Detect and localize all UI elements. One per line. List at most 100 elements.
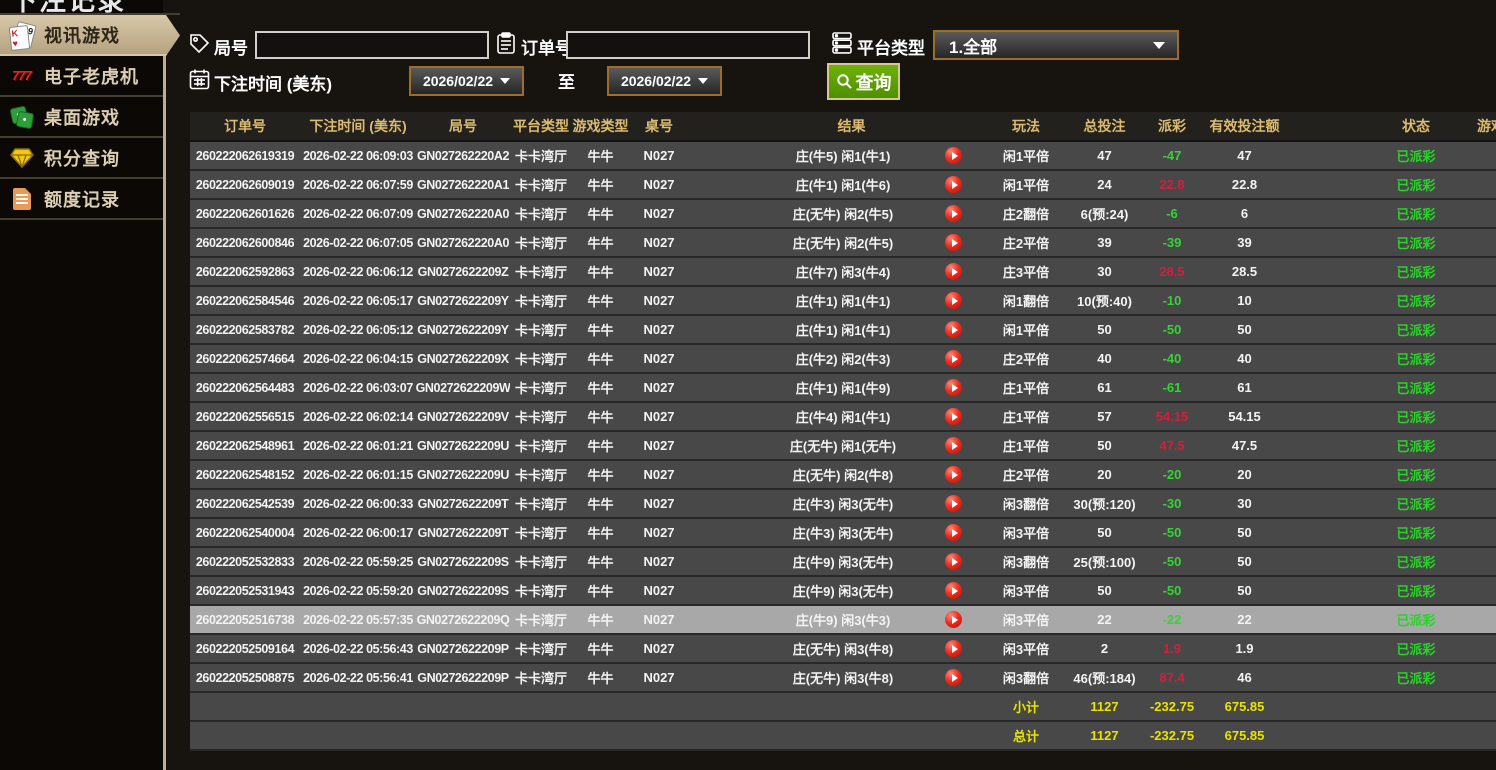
play-video-button[interactable] (945, 205, 962, 222)
table-row[interactable]: 2602220625644832026-02-22 06:03:07GN0272… (190, 374, 1496, 403)
table-row[interactable]: 2602220525088752026-02-22 05:56:41GN0272… (190, 664, 1496, 693)
play-video-button[interactable] (945, 292, 962, 309)
cell-result: 庄(牛9) 闲3(无牛) (689, 577, 990, 604)
sidebar-item-label: 桌面游戏 (44, 104, 120, 130)
cell-extra (1475, 519, 1496, 546)
play-video-button[interactable] (945, 350, 962, 367)
cell-result: 庄(牛1) 闲1(牛1) (689, 287, 990, 314)
cell-bet: 47 (1062, 142, 1147, 169)
cell-status (1292, 693, 1475, 720)
platform-type-select[interactable]: 1.全部 (933, 30, 1179, 60)
play-video-button[interactable] (945, 640, 962, 657)
cell-order: 260222052516738 (190, 606, 300, 633)
table-row[interactable]: 2602220625928632026-02-22 06:06:12GN0272… (190, 258, 1496, 287)
cell-extra (1475, 142, 1496, 169)
table-row[interactable]: 2602220625400042026-02-22 06:00:17GN0272… (190, 519, 1496, 548)
sidebar-item-slot-machines[interactable]: 777 电子老虎机 (0, 56, 163, 97)
play-video-button[interactable] (945, 495, 962, 512)
result-text: 庄(牛7) 闲3(牛4) (741, 262, 945, 281)
result-text: 庄(无牛) 闲3(牛8) (741, 639, 945, 658)
table-row[interactable]: 2602220525167382026-02-22 05:57:35GN0272… (190, 606, 1496, 635)
table-row[interactable]: 2602220625489612026-02-22 06:01:21GN0272… (190, 432, 1496, 461)
table-row[interactable]: 2602220625565152026-02-22 06:02:14GN0272… (190, 403, 1496, 432)
play-video-button[interactable] (945, 176, 962, 193)
play-video-button[interactable] (945, 263, 962, 280)
play-video-button[interactable] (945, 321, 962, 338)
cell-round: GN0272622209T (416, 490, 510, 517)
cell-table (629, 722, 689, 749)
column-header-time: 下注时间 (美东) (300, 112, 416, 140)
cell-order (190, 693, 300, 720)
table-row[interactable]: 2602220525319432026-02-22 05:59:20GN0272… (190, 577, 1496, 606)
sidebar-item-quota-records[interactable]: 额度记录 (0, 179, 163, 220)
column-header-status: 状态 (1292, 112, 1475, 140)
cell-game: 牛牛 (572, 374, 629, 401)
cell-result: 庄(无牛) 闲2(牛5) (689, 200, 990, 227)
query-button[interactable]: 查询 (827, 63, 900, 100)
cell-bet: 61 (1062, 374, 1147, 401)
cell-result: 庄(牛3) 闲3(无牛) (689, 490, 990, 517)
play-video-button[interactable] (945, 582, 962, 599)
cell-bet: 1127 (1062, 722, 1147, 749)
table-row[interactable]: 2602220625746642026-02-22 06:04:15GN0272… (190, 345, 1496, 374)
sidebar-item-video-games[interactable]: 9K♥ 视讯游戏 (0, 15, 180, 56)
play-video-button[interactable] (945, 553, 962, 570)
table-row[interactable]: 2602220625481522026-02-22 06:01:15GN0272… (190, 461, 1496, 490)
table-row[interactable]: 2602220626008462026-02-22 06:07:05GN0272… (190, 229, 1496, 258)
cell-extra (1475, 374, 1496, 401)
cell-method: 闲1平倍 (990, 316, 1062, 343)
cell-order: 260222062584546 (190, 287, 300, 314)
column-header-game: 游戏类型 (572, 112, 629, 140)
date-from-select[interactable]: 2026/02/22 (409, 66, 524, 96)
cell-status: 已派彩 (1292, 664, 1475, 691)
table-row[interactable]: 2602220525328332026-02-22 05:59:25GN0272… (190, 548, 1496, 577)
cell-round (416, 693, 510, 720)
cell-table: N027 (629, 258, 689, 285)
result-text: 庄(牛1) 闲1(牛9) (741, 378, 945, 397)
cell-bet: 1127 (1062, 693, 1147, 720)
sidebar-item-table-games[interactable]: 桌面游戏 (0, 97, 163, 138)
play-video-button[interactable] (945, 379, 962, 396)
bet-time-label: 下注时间 (美东) (214, 70, 332, 95)
cell-valid: 22 (1197, 606, 1292, 633)
play-video-button[interactable] (945, 234, 962, 251)
cell-time: 2026-02-22 06:07:05 (300, 229, 416, 256)
table-row[interactable]: 2602220625425392026-02-22 06:00:33GN0272… (190, 490, 1496, 519)
cell-round: GN027262220A0 (416, 200, 510, 227)
table-row[interactable]: 2602220625845462026-02-22 06:05:17GN0272… (190, 287, 1496, 316)
play-video-button[interactable] (945, 524, 962, 541)
cell-bet: 40 (1062, 345, 1147, 372)
play-video-button[interactable] (945, 147, 962, 164)
cell-status: 已派彩 (1292, 258, 1475, 285)
table-row[interactable]: 2602220625837822026-02-22 06:05:12GN0272… (190, 316, 1496, 345)
sidebar-item-label: 积分查询 (44, 145, 120, 171)
cell-round: GN0272622209P (416, 664, 510, 691)
cell-round: GN0272622209Q (416, 606, 510, 633)
cell-extra (1475, 345, 1496, 372)
table-row[interactable]: 2602220626090192026-02-22 06:07:59GN0272… (190, 171, 1496, 200)
cell-time: 2026-02-22 05:56:41 (300, 664, 416, 691)
cell-status: 已派彩 (1292, 316, 1475, 343)
cell-time: 2026-02-22 05:59:25 (300, 548, 416, 575)
cell-platform: 卡卡湾厅 (510, 432, 572, 459)
cell-result: 庄(牛3) 闲3(无牛) (689, 519, 990, 546)
order-no-input[interactable] (566, 31, 810, 59)
cell-table: N027 (629, 664, 689, 691)
cell-time: 2026-02-22 06:00:17 (300, 519, 416, 546)
table-row[interactable]: 2602220626016262026-02-22 06:07:09GN0272… (190, 200, 1496, 229)
cell-payout: -40 (1147, 345, 1197, 372)
result-text: 庄(无牛) 闲2(牛5) (741, 233, 945, 252)
table-row[interactable]: 2602220626193192026-02-22 06:09:03GN0272… (190, 142, 1496, 171)
play-video-button[interactable] (945, 408, 962, 425)
round-no-input[interactable] (255, 31, 489, 59)
table-row[interactable]: 2602220525091642026-02-22 05:56:43GN0272… (190, 635, 1496, 664)
play-video-button[interactable] (945, 611, 962, 628)
cell-payout: -20 (1147, 461, 1197, 488)
cell-platform: 卡卡湾厅 (510, 287, 572, 314)
cell-order: 260222062564483 (190, 374, 300, 401)
sidebar-item-points-query[interactable]: 积分查询 (0, 138, 163, 179)
date-to-select[interactable]: 2026/02/22 (607, 66, 722, 96)
play-video-button[interactable] (945, 466, 962, 483)
play-video-button[interactable] (945, 669, 962, 686)
play-video-button[interactable] (945, 437, 962, 454)
